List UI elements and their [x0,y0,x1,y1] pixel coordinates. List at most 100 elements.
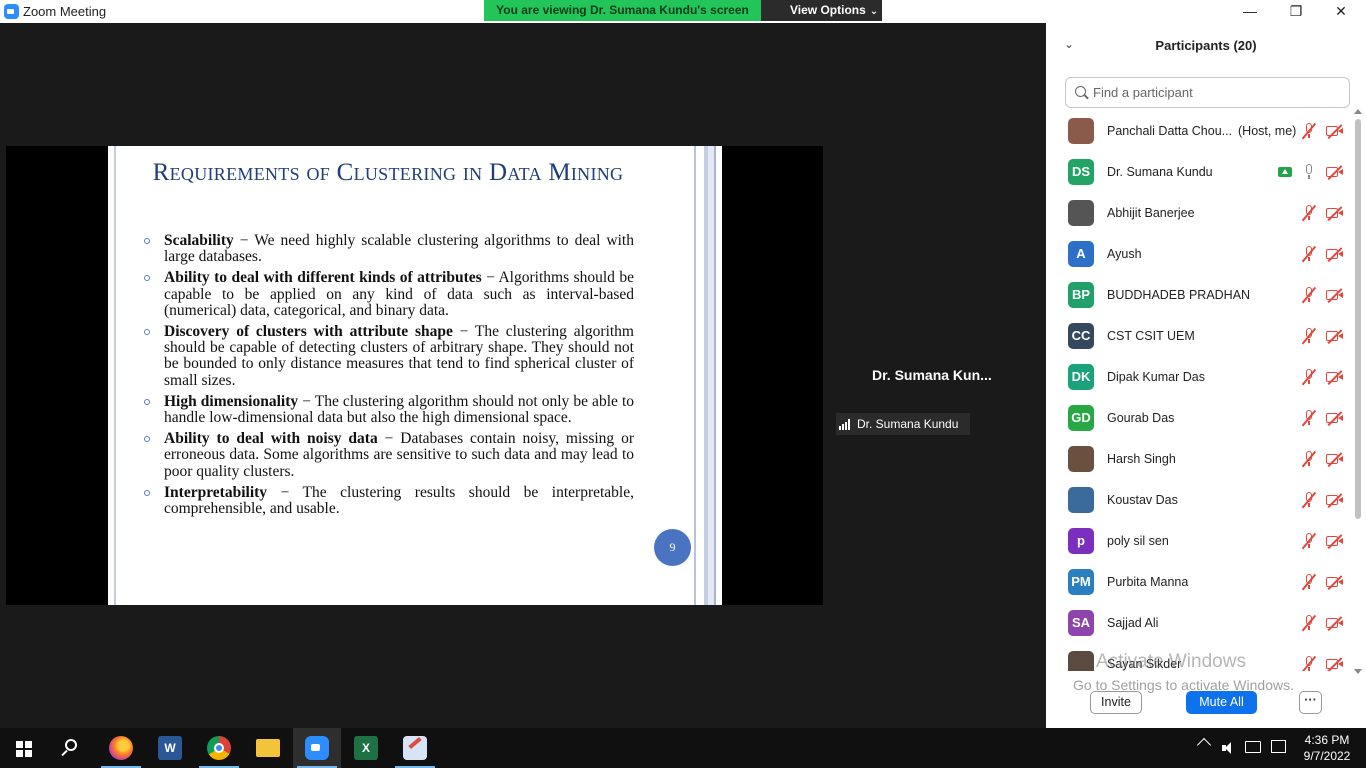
video-off-icon[interactable] [1326,493,1344,508]
microphone-muted-icon[interactable] [1301,573,1316,591]
participant-row[interactable]: Harsh Singh [1046,439,1356,480]
participant-name: Gourab Das [1107,411,1175,425]
microphone-muted-icon[interactable] [1301,614,1316,632]
network-icon[interactable] [1245,741,1261,753]
taskbar-paint[interactable] [391,728,439,768]
video-off-icon[interactable] [1326,370,1344,385]
shared-screen[interactable]: Requirements of Clustering in Data Minin… [6,146,823,605]
microphone-muted-icon[interactable] [1301,409,1316,427]
viewing-screen-banner: You are viewing Dr. Sumana Kundu's scree… [484,0,761,21]
bullet-heading: Ability to deal with different kinds of … [164,269,482,287]
taskbar-excel[interactable]: X [342,728,390,768]
avatar [1068,118,1094,144]
active-speaker-name: Dr. Sumana Kun... [872,367,992,383]
participant-name: Koustav Das [1107,493,1178,507]
taskbar-file-explorer[interactable] [244,728,292,768]
scrollbar-thumb[interactable] [1355,119,1361,519]
taskbar-word[interactable]: W [146,728,194,768]
video-off-icon[interactable] [1326,288,1344,303]
microphone-muted-icon[interactable] [1301,491,1316,509]
view-options-button[interactable]: View Options ⌄ [761,0,882,21]
screen-share-icon [1278,167,1292,177]
microphone-muted-icon[interactable] [1301,245,1316,263]
participant-name: Dr. Sumana Kundu [1107,165,1213,179]
participant-search-input[interactable]: Find a participant [1065,77,1350,108]
taskbar-chrome[interactable] [195,728,243,768]
volume-icon[interactable] [1222,742,1236,754]
video-off-icon[interactable] [1326,206,1344,221]
participant-row[interactable]: Koustav Das [1046,480,1356,521]
presentation-slide: Requirements of Clustering in Data Minin… [108,146,722,605]
microphone-muted-icon[interactable] [1301,327,1316,345]
microphone-muted-icon[interactable] [1301,204,1316,222]
microphone-muted-icon[interactable] [1301,286,1316,304]
participant-name: Harsh Singh [1107,452,1176,466]
participant-row[interactable]: p poly sil sen [1046,521,1356,562]
word-icon: W [158,736,182,760]
clock-date[interactable]: 9/7/2022 [1300,749,1354,763]
microphone-icon[interactable] [1302,164,1316,180]
maximize-button[interactable]: ❐ [1273,0,1319,23]
taskbar-firefox[interactable] [97,728,145,768]
search-icon [65,739,77,751]
video-off-icon[interactable] [1326,165,1344,180]
video-off-icon[interactable] [1326,124,1344,139]
title-bar: Zoom Meeting You are viewing Dr. Sumana … [0,0,1366,23]
participant-row[interactable]: DK Dipak Kumar Das [1046,357,1356,398]
participants-title: Participants (20) [1155,38,1257,53]
microphone-muted-icon[interactable] [1301,450,1316,468]
participant-row[interactable]: A Ayush [1046,234,1356,275]
more-options-button[interactable]: ··· [1299,691,1322,714]
invite-button[interactable]: Invite [1090,691,1142,714]
close-button[interactable]: ✕ [1318,0,1364,23]
participant-row[interactable]: GD Gourab Das [1046,398,1356,439]
video-off-icon[interactable] [1326,575,1344,590]
start-button[interactable] [0,728,48,768]
microphone-muted-icon[interactable] [1301,122,1316,140]
video-off-icon[interactable] [1326,329,1344,344]
video-off-icon[interactable] [1326,411,1344,426]
participant-name: Panchali Datta Chou... [1107,124,1233,138]
participant-row[interactable]: Abhijit Banerjee [1046,193,1356,234]
slide-bullet: Ability to deal with noisy data − Databa… [142,431,634,480]
bullet-heading: Interpretability [164,483,268,501]
microphone-muted-icon[interactable] [1301,368,1316,386]
microphone-muted-icon[interactable] [1301,532,1316,550]
avatar [1068,487,1094,513]
video-off-icon[interactable] [1326,452,1344,467]
slide-border-left [114,146,116,605]
taskbar-zoom[interactable] [293,728,341,768]
bullet-circle-icon [144,329,150,336]
meeting-area: Requirements of Clustering in Data Minin… [0,23,1046,728]
video-off-icon[interactable] [1326,247,1344,262]
slide-border-decoration [702,146,722,605]
scroll-down-arrow-icon[interactable] [1354,669,1362,674]
minimize-button[interactable]: — [1227,0,1273,23]
slide-title: Requirements of Clustering in Data Minin… [152,159,624,186]
participant-row[interactable]: SA Sajjad Ali [1046,603,1356,644]
video-off-icon[interactable] [1326,534,1344,549]
participant-row[interactable]: Panchali Datta Chou... (Host, me) [1046,111,1356,152]
microphone-muted-icon[interactable] [1301,655,1316,671]
notification-icon[interactable] [1271,740,1286,753]
bullet-circle-icon [144,436,150,443]
participant-row[interactable]: DS Dr. Sumana Kundu [1046,152,1356,193]
participant-role-tag: (Host, me) [1238,124,1297,138]
slide-page-number: 9 [654,529,691,566]
participant-row[interactable]: PM Purbita Manna [1046,562,1356,603]
bullet-heading: Scalability [164,232,234,249]
video-off-icon[interactable] [1326,616,1344,631]
bullet-circle-icon [144,275,150,282]
participant-row[interactable]: BP BUDDHADEB PRADHAN [1046,275,1356,316]
participant-row[interactable]: CC CST CSIT UEM [1046,316,1356,357]
mute-all-button[interactable]: Mute All [1186,691,1257,714]
show-hidden-icons-icon[interactable] [1196,737,1212,753]
taskbar-search-button[interactable] [48,728,96,768]
participant-name: BUDDHADEB PRADHAN [1107,288,1251,302]
video-off-icon[interactable] [1326,657,1344,671]
participant-name: poly sil sen [1107,534,1169,548]
slide-bullet: Scalability − We need highly scalable cl… [142,232,634,265]
participant-list-scrollbar[interactable] [1355,111,1361,666]
avatar: SA [1068,610,1094,636]
clock-time[interactable]: 4:36 PM [1300,733,1354,747]
